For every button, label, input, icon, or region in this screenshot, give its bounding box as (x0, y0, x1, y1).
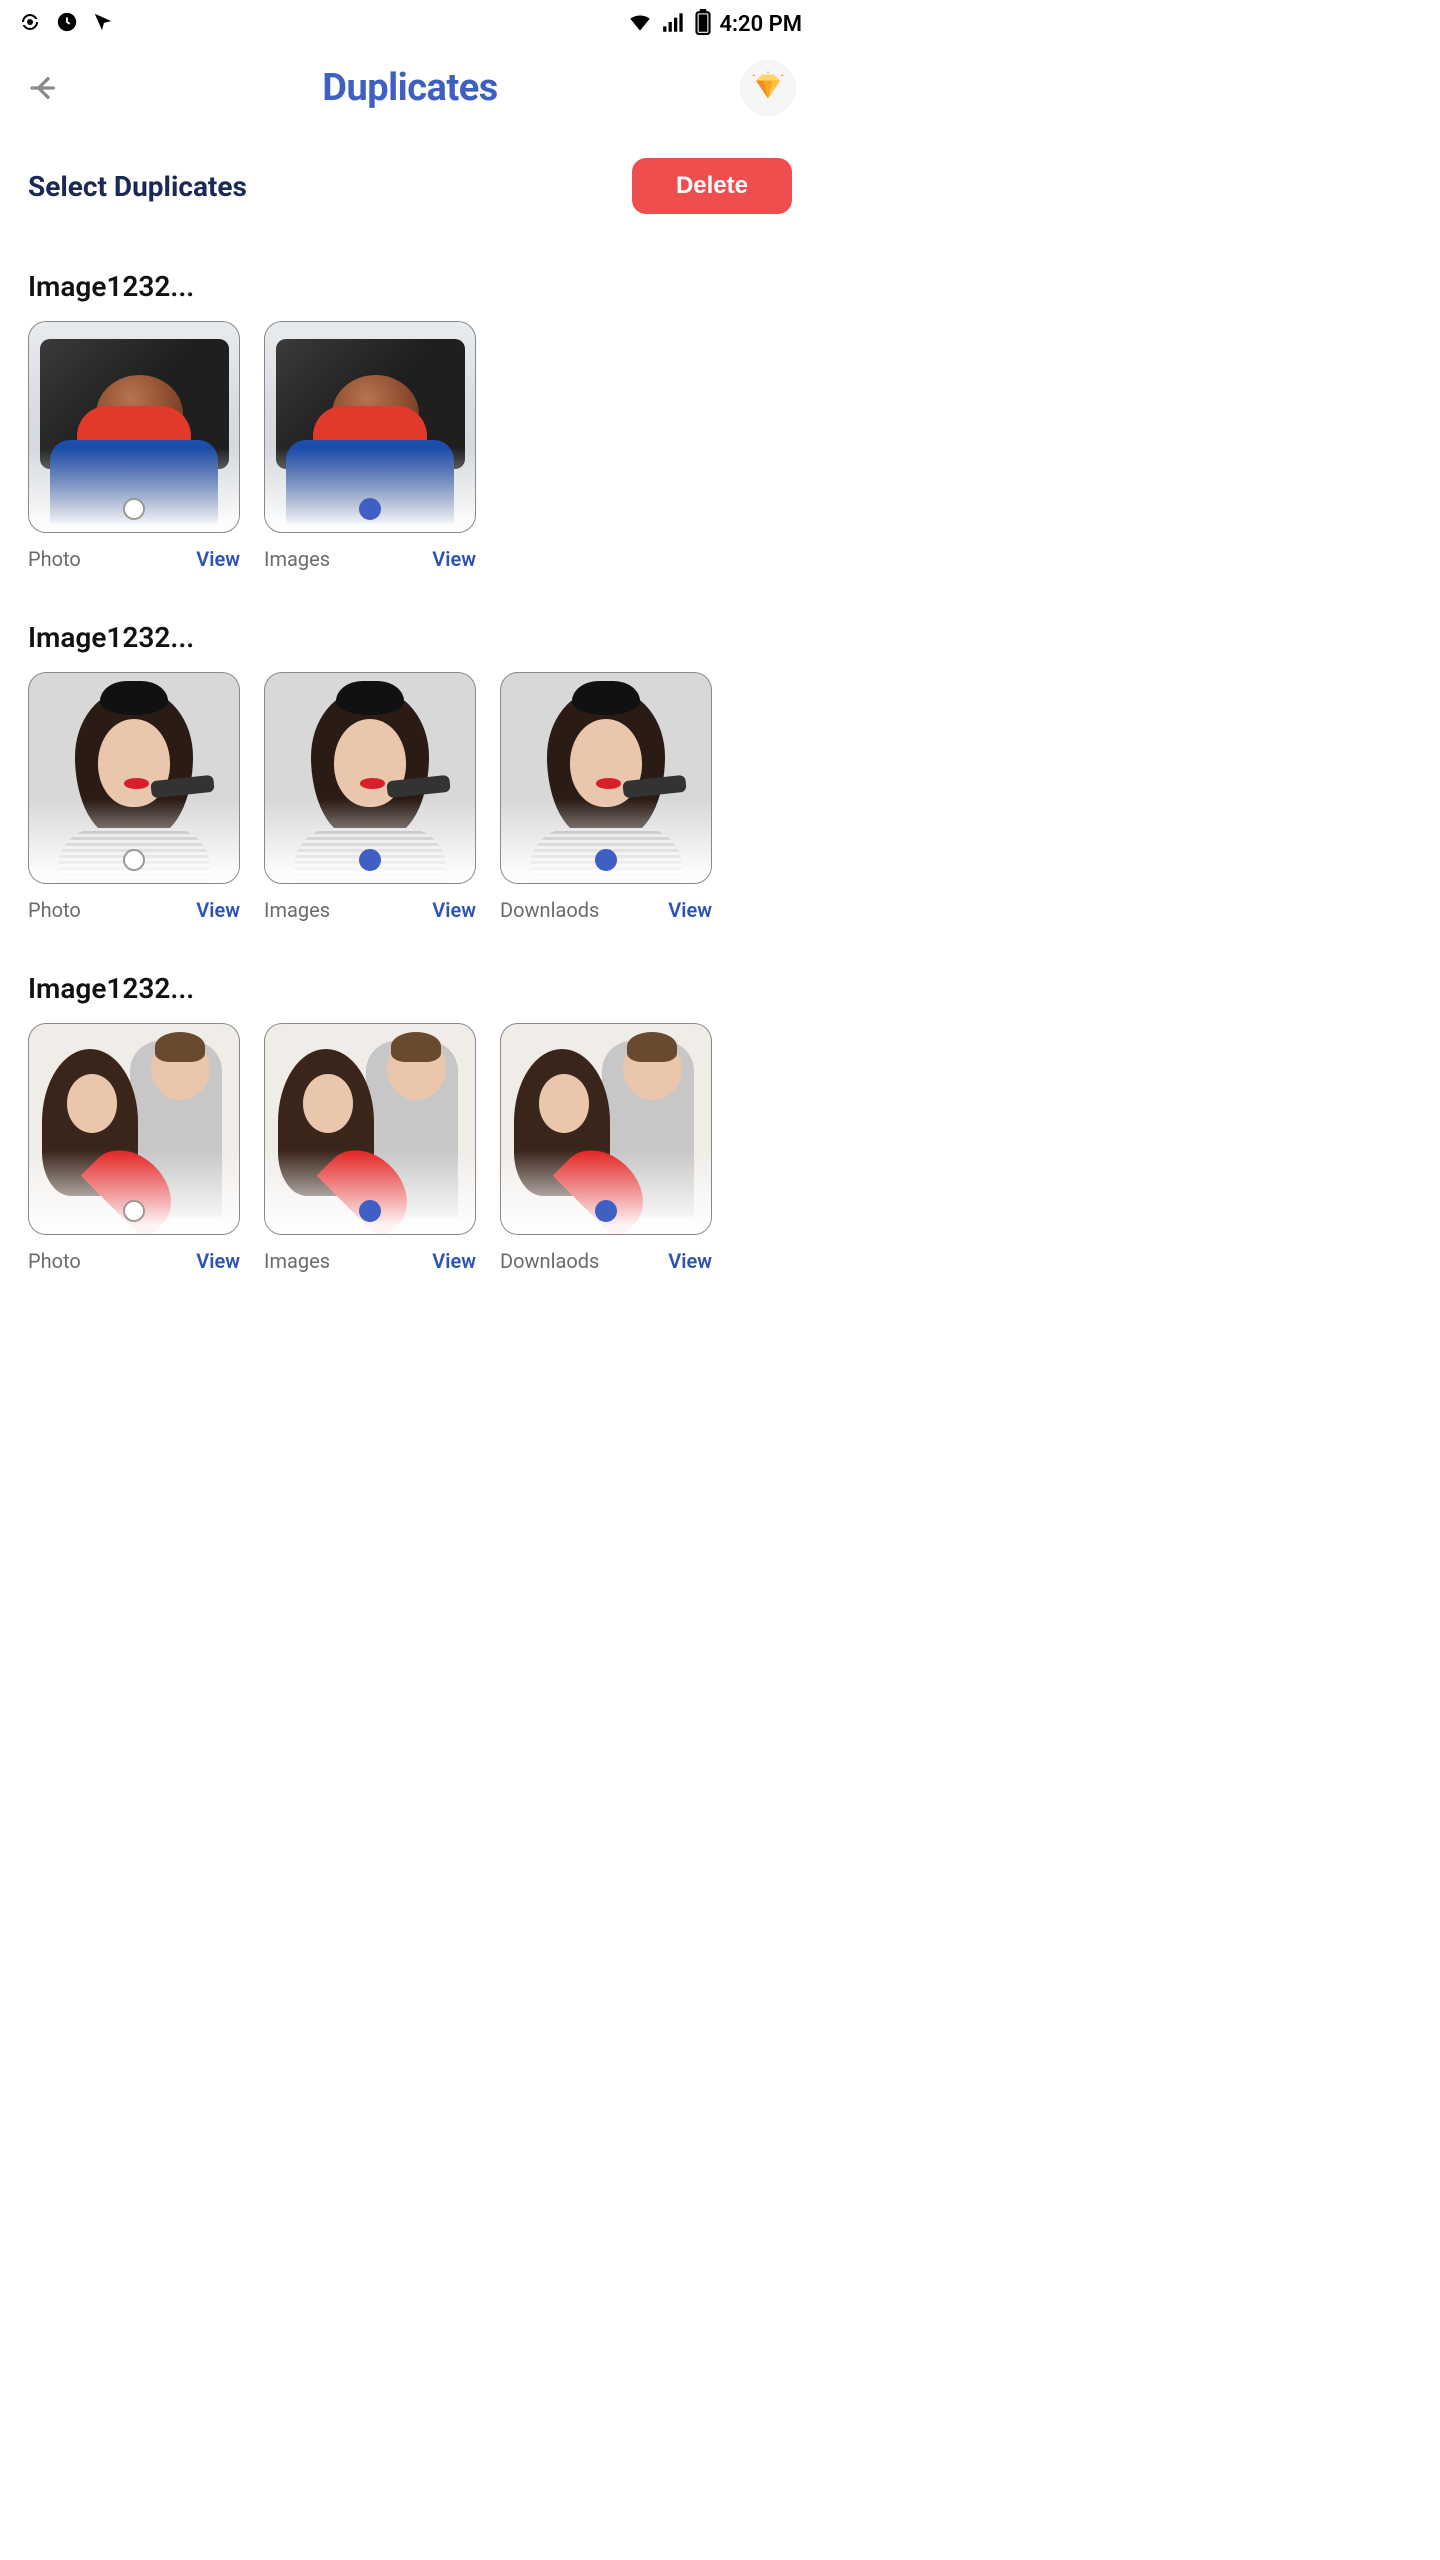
diamond-icon (750, 70, 786, 106)
view-link[interactable]: View (668, 898, 712, 922)
image-thumbnail[interactable] (500, 672, 712, 884)
view-link[interactable]: View (668, 1249, 712, 1273)
image-card: Downlaods View (500, 672, 712, 922)
card-meta-row: Photo View (28, 898, 240, 922)
sync-icon (18, 10, 42, 38)
selection-indicator[interactable] (359, 1200, 381, 1222)
thumbnail-grid: Photo View Images View (28, 321, 792, 571)
group-title: Image1232... (28, 270, 792, 303)
folder-label: Photo (28, 547, 81, 571)
clock-icon (56, 11, 78, 37)
image-card: Images View (264, 1023, 476, 1273)
status-left (18, 10, 114, 38)
duplicate-group: Image1232...PhotoViewImagesViewDownlaods… (28, 972, 792, 1273)
group-title: Image1232... (28, 972, 792, 1005)
subheader-title: Select Duplicates (28, 170, 247, 203)
card-meta-row: Downlaods View (500, 1249, 712, 1273)
image-thumbnail[interactable] (500, 1023, 712, 1235)
thumbnail-grid: Photo View Images View Downlaods View (28, 672, 792, 922)
view-link[interactable]: View (196, 1249, 240, 1273)
selection-indicator[interactable] (359, 849, 381, 871)
folder-label: Photo (28, 1249, 81, 1273)
status-bar: 4:20 PM (0, 0, 820, 48)
view-link[interactable]: View (432, 898, 476, 922)
card-meta-row: Photo View (28, 547, 240, 571)
signal-icon (661, 9, 687, 39)
location-icon (92, 11, 114, 37)
card-meta-row: Images View (264, 1249, 476, 1273)
selection-indicator[interactable] (123, 498, 145, 520)
folder-label: Downlaods (500, 898, 599, 922)
view-link[interactable]: View (196, 547, 240, 571)
image-thumbnail[interactable] (264, 672, 476, 884)
card-meta-row: Photo View (28, 1249, 240, 1273)
folder-label: Downlaods (500, 1249, 599, 1273)
image-card: Photo View (28, 1023, 240, 1273)
image-thumbnail[interactable] (28, 1023, 240, 1235)
selection-indicator[interactable] (123, 849, 145, 871)
image-thumbnail[interactable] (264, 321, 476, 533)
content: Image1232...PhotoViewImagesViewImage1232… (0, 224, 820, 1273)
image-card: Photo View (28, 321, 240, 571)
back-button[interactable] (24, 68, 64, 108)
folder-label: Images (264, 547, 330, 571)
folder-label: Images (264, 1249, 330, 1273)
duplicate-group: Image1232...PhotoViewImagesViewDownlaods… (28, 621, 792, 922)
image-thumbnail[interactable] (28, 672, 240, 884)
view-link[interactable]: View (196, 898, 240, 922)
selection-indicator[interactable] (359, 498, 381, 520)
thumbnail-grid: Photo View Images View Downlaods View (28, 1023, 792, 1273)
duplicate-group: Image1232... Photo View Images View (28, 270, 792, 571)
status-time: 4:20 PM (719, 12, 802, 37)
card-meta-row: Images View (264, 547, 476, 571)
group-title: Image1232... (28, 621, 792, 654)
image-card: Downlaods View (500, 1023, 712, 1273)
folder-label: Images (264, 898, 330, 922)
selection-indicator[interactable] (595, 1200, 617, 1222)
delete-button[interactable]: Delete (632, 158, 792, 214)
image-card: Photo View (28, 672, 240, 922)
wifi-icon (627, 9, 653, 39)
image-thumbnail[interactable] (264, 1023, 476, 1235)
image-card: Images View (264, 321, 476, 571)
selection-indicator[interactable] (595, 849, 617, 871)
view-link[interactable]: View (432, 547, 476, 571)
card-meta-row: Downlaods View (500, 898, 712, 922)
status-right: 4:20 PM (627, 9, 802, 39)
image-thumbnail[interactable] (28, 321, 240, 533)
folder-label: Photo (28, 898, 81, 922)
view-link[interactable]: View (432, 1249, 476, 1273)
card-meta-row: Images View (264, 898, 476, 922)
app-header: Duplicates (0, 48, 820, 128)
premium-button[interactable] (740, 60, 796, 116)
arrow-left-icon (28, 72, 60, 104)
image-card: Images View (264, 672, 476, 922)
selection-indicator[interactable] (123, 1200, 145, 1222)
page-title: Duplicates (322, 66, 498, 110)
subheader: Select Duplicates Delete (0, 128, 820, 224)
battery-icon (695, 9, 711, 39)
